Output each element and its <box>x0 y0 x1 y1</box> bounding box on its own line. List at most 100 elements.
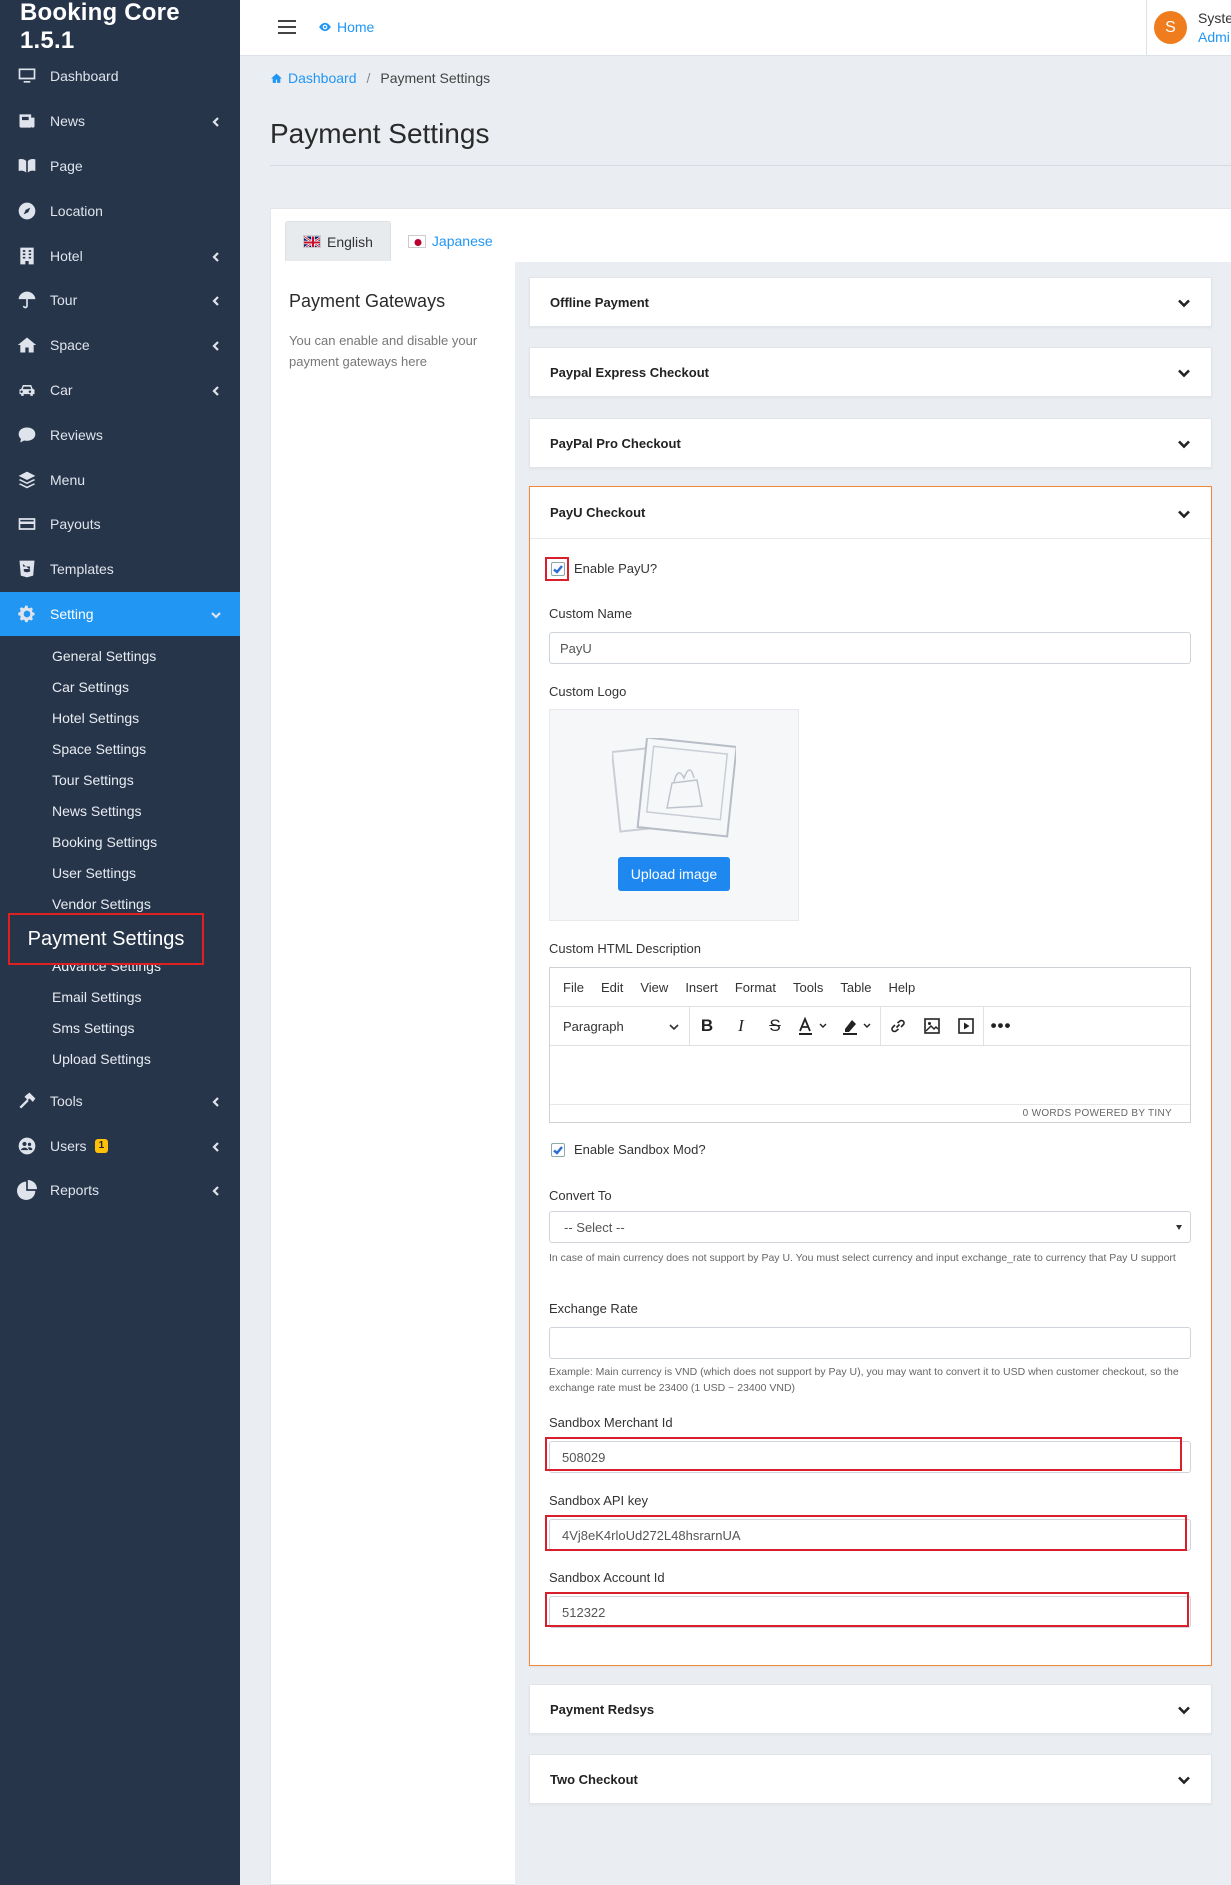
accordion-header[interactable]: Offline Payment <box>530 278 1211 326</box>
sidebar-item-location[interactable]: Location <box>0 188 240 233</box>
monitor-icon <box>16 65 38 87</box>
submenu-item-general-settings[interactable]: General Settings <box>0 640 240 671</box>
submenu-item-hotel-settings[interactable]: Hotel Settings <box>0 702 240 733</box>
menu-toggle-icon[interactable] <box>278 20 296 34</box>
accordion-two-checkout[interactable]: Two Checkout <box>529 1754 1212 1804</box>
payment-settings-highlight[interactable]: Payment Settings <box>8 913 204 965</box>
accordion-payment-redsys[interactable]: Payment Redsys <box>529 1684 1212 1734</box>
sidebar-bottom-reports[interactable]: Reports <box>0 1168 240 1213</box>
exchange-rate-label: Exchange Rate <box>549 1301 638 1316</box>
nav-item-label: Space <box>50 337 90 354</box>
highlight-color-icon[interactable] <box>836 1007 880 1046</box>
sidebar-item-car[interactable]: Car <box>0 368 240 413</box>
breadcrumb-dashboard[interactable]: Dashboard <box>270 70 357 86</box>
umbrella-icon <box>16 289 38 311</box>
submenu-item-sms-settings[interactable]: Sms Settings <box>0 1012 240 1043</box>
sidebar-bottom-users[interactable]: Users 1 <box>0 1123 240 1168</box>
text-color-icon[interactable] <box>792 1007 836 1046</box>
insert-image-icon[interactable] <box>915 1007 949 1046</box>
chevron-down-icon[interactable] <box>1177 437 1191 451</box>
nav-item-label: Hotel <box>50 247 83 264</box>
upload-image-button[interactable]: Upload image <box>618 857 730 891</box>
sidebar-item-payouts[interactable]: Payouts <box>0 502 240 547</box>
exchange-rate-input[interactable] <box>549 1327 1191 1359</box>
sidebar-item-menu[interactable]: Menu <box>0 457 240 502</box>
submenu-item-user-settings[interactable]: User Settings <box>0 857 240 888</box>
submenu-item-booking-settings[interactable]: Booking Settings <box>0 826 240 857</box>
editor-menu-format[interactable]: Format <box>735 980 776 995</box>
sandbox-mode-checkbox[interactable] <box>551 1143 565 1157</box>
more-options-icon[interactable]: ••• <box>984 1007 1018 1046</box>
nav-item-label: News <box>50 113 86 130</box>
sidebar-item-templates[interactable]: Templates <box>0 547 240 592</box>
editor-menu-help[interactable]: Help <box>888 980 915 995</box>
brand-title[interactable]: Booking Core 1.5.1 <box>0 0 240 54</box>
strikethrough-icon[interactable]: S <box>758 1007 792 1046</box>
accordion-title: PayPal Pro Checkout <box>550 435 681 451</box>
sidebar-item-tour[interactable]: Tour <box>0 278 240 323</box>
accordion-header[interactable]: Paypal Express Checkout <box>530 348 1211 396</box>
accordion-paypal-express[interactable]: Paypal Express Checkout <box>529 347 1212 397</box>
accordion-header[interactable]: PayU Checkout <box>530 487 1211 538</box>
editor-menu-tools[interactable]: Tools <box>793 980 823 995</box>
submenu-item-upload-settings[interactable]: Upload Settings <box>0 1043 240 1074</box>
convert-to-help: In case of main currency does not suppor… <box>549 1252 1176 1264</box>
home-link[interactable]: Home <box>318 19 374 35</box>
enable-payu-checkbox[interactable] <box>551 562 565 576</box>
convert-to-select[interactable]: -- Select -- <box>549 1211 1191 1243</box>
avatar[interactable]: S <box>1154 11 1187 44</box>
accordion-paypal-pro[interactable]: PayPal Pro Checkout <box>529 418 1212 468</box>
chevron-down-icon[interactable] <box>1177 507 1191 521</box>
title-divider <box>270 165 1231 166</box>
insert-media-icon[interactable] <box>949 1007 983 1046</box>
link-icon[interactable] <box>881 1007 915 1046</box>
editor-menu-insert[interactable]: Insert <box>685 980 718 995</box>
custom-logo-label: Custom Logo <box>549 684 627 699</box>
italic-icon[interactable]: I <box>724 1007 758 1046</box>
accordion-header[interactable]: Two Checkout <box>530 1755 1211 1803</box>
sidebar-bottom-tools[interactable]: Tools <box>0 1078 240 1123</box>
sidebar-item-space[interactable]: Space <box>0 323 240 368</box>
user-role[interactable]: Admi <box>1198 29 1230 45</box>
accordion-offline-payment[interactable]: Offline Payment <box>529 277 1212 327</box>
bold-icon[interactable]: B <box>690 1007 724 1046</box>
chevron-down-icon[interactable] <box>1177 1773 1191 1787</box>
chevron-down-icon[interactable] <box>1177 296 1191 310</box>
tab-english[interactable]: English <box>285 221 391 261</box>
submenu-item-tour-settings[interactable]: Tour Settings <box>0 764 240 795</box>
submenu-item-car-settings[interactable]: Car Settings <box>0 671 240 702</box>
chevron-down-icon[interactable] <box>1177 366 1191 380</box>
chevron-left-icon <box>210 115 222 127</box>
sidebar-item-dashboard[interactable]: Dashboard <box>0 54 240 99</box>
home-icon <box>271 73 282 83</box>
submenu-item-space-settings[interactable]: Space Settings <box>0 733 240 764</box>
editor-menu-file[interactable]: File <box>563 980 584 995</box>
accordion-title: Two Checkout <box>550 1771 638 1787</box>
editor-menu-view[interactable]: View <box>640 980 668 995</box>
caret-down-icon <box>1176 1225 1182 1230</box>
editor-menu-edit[interactable]: Edit <box>601 980 623 995</box>
accordion-header[interactable]: Payment Redsys <box>530 1685 1211 1733</box>
editor-menu-table[interactable]: Table <box>840 980 871 995</box>
submenu-item-email-settings[interactable]: Email Settings <box>0 981 240 1012</box>
breadcrumb: Dashboard / Payment Settings <box>270 70 490 86</box>
accordion-header[interactable]: PayPal Pro Checkout <box>530 419 1211 467</box>
submenu-item-news-settings[interactable]: News Settings <box>0 795 240 826</box>
user-name[interactable]: Syste <box>1198 10 1231 26</box>
sandbox-api-key-label: Sandbox API key <box>549 1493 649 1508</box>
tab-japanese[interactable]: Japanese <box>391 221 510 261</box>
convert-to-value: -- Select -- <box>564 1219 625 1235</box>
sidebar-item-page[interactable]: Page <box>0 144 240 189</box>
sidebar-item-reviews[interactable]: Reviews <box>0 412 240 457</box>
chevron-down-icon[interactable] <box>1177 1703 1191 1717</box>
sidebar-item-hotel[interactable]: Hotel <box>0 233 240 278</box>
block-format-dropdown[interactable]: Paragraph <box>550 1006 690 1046</box>
payment-gateways-description: You can enable and disable your payment … <box>289 333 478 369</box>
sidebar-item-setting[interactable]: Setting <box>0 591 240 637</box>
sidebar-item-news[interactable]: News <box>0 99 240 144</box>
custom-name-input[interactable]: PayU <box>549 632 1191 664</box>
nav-item-label: Tour <box>50 292 78 309</box>
nav-item-label: Tools <box>50 1092 83 1109</box>
custom-html-description-label: Custom HTML Description <box>549 941 701 956</box>
nav-item-label: Templates <box>50 561 114 578</box>
